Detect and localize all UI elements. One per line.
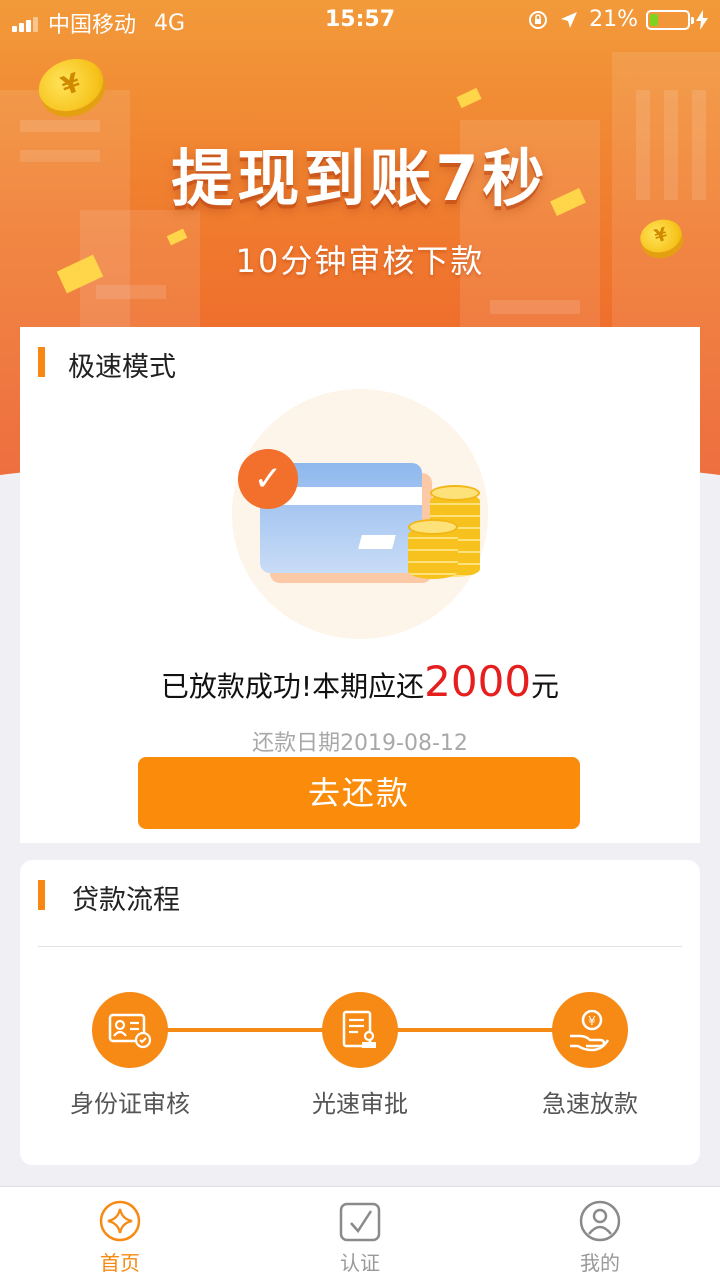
profile-icon (579, 1200, 621, 1242)
bottom-tab-bar: 首页 认证 我的 (0, 1186, 720, 1280)
currency-unit: 元 (531, 670, 560, 703)
step-label-approval: 光速审批 (312, 1090, 408, 1118)
status-bar: 中国移动 4G 15:57 21% (0, 0, 720, 40)
tab-home-label: 首页 (100, 1251, 140, 1275)
coin-stack-top (430, 485, 480, 501)
loan-process-header: 贷款流程 (20, 860, 700, 930)
battery-percent: 21% (589, 7, 638, 32)
section-accent-bar (38, 880, 45, 910)
speed-mode-card: 极速模式 ✓ 已放款成功!本期应还2000元 还款日期2019-08-12 去还… (20, 327, 700, 843)
section-accent-bar (38, 347, 45, 377)
banner-subtitle: 10分钟审核下款 (235, 242, 485, 280)
repay-message-text: 已放款成功!本期应还 (160, 670, 425, 703)
repay-button[interactable]: 去还款 (138, 757, 580, 829)
checkmark-icon: ✓ (238, 449, 298, 509)
building-window (490, 300, 580, 314)
speed-mode-title: 极速模式 (68, 352, 176, 383)
step-label-disbursement: 急速放款 (542, 1090, 638, 1118)
tab-profile[interactable]: 我的 (530, 1199, 670, 1276)
rotation-lock-icon (529, 10, 548, 29)
building-window (96, 285, 166, 299)
gold-chip-decoration (456, 87, 482, 109)
step-label-id-verify: 身份证审核 (70, 1090, 190, 1118)
tab-certify-label: 认证 (340, 1251, 380, 1275)
money-hand-icon: ¥ (552, 992, 628, 1068)
charging-bolt-icon (696, 9, 708, 30)
approval-document-icon (322, 992, 398, 1068)
tab-certify[interactable]: 认证 (290, 1199, 430, 1276)
divider (38, 946, 682, 947)
home-star-icon (99, 1200, 141, 1242)
banner-title: 提现到账7秒 (171, 142, 549, 215)
battery-icon (646, 9, 694, 30)
loan-process-title: 贷款流程 (72, 885, 180, 916)
speed-mode-header: 极速模式 (20, 327, 700, 397)
tab-home[interactable]: 首页 (50, 1199, 190, 1276)
certify-check-icon (339, 1202, 381, 1242)
tab-profile-label: 我的 (580, 1251, 620, 1275)
coin-stack-top (408, 519, 458, 535)
repay-amount: 2000 (424, 657, 532, 706)
loan-process-card: 贷款流程 ¥ 身份证审核 光速审批 急速放款 (20, 860, 700, 1165)
repay-due-date: 还款日期2019-08-12 (252, 731, 468, 756)
svg-text:¥: ¥ (588, 1014, 596, 1028)
id-card-icon (92, 992, 168, 1068)
repay-message: 已放款成功!本期应还2000元 (20, 657, 700, 706)
location-arrow-icon (561, 11, 578, 28)
